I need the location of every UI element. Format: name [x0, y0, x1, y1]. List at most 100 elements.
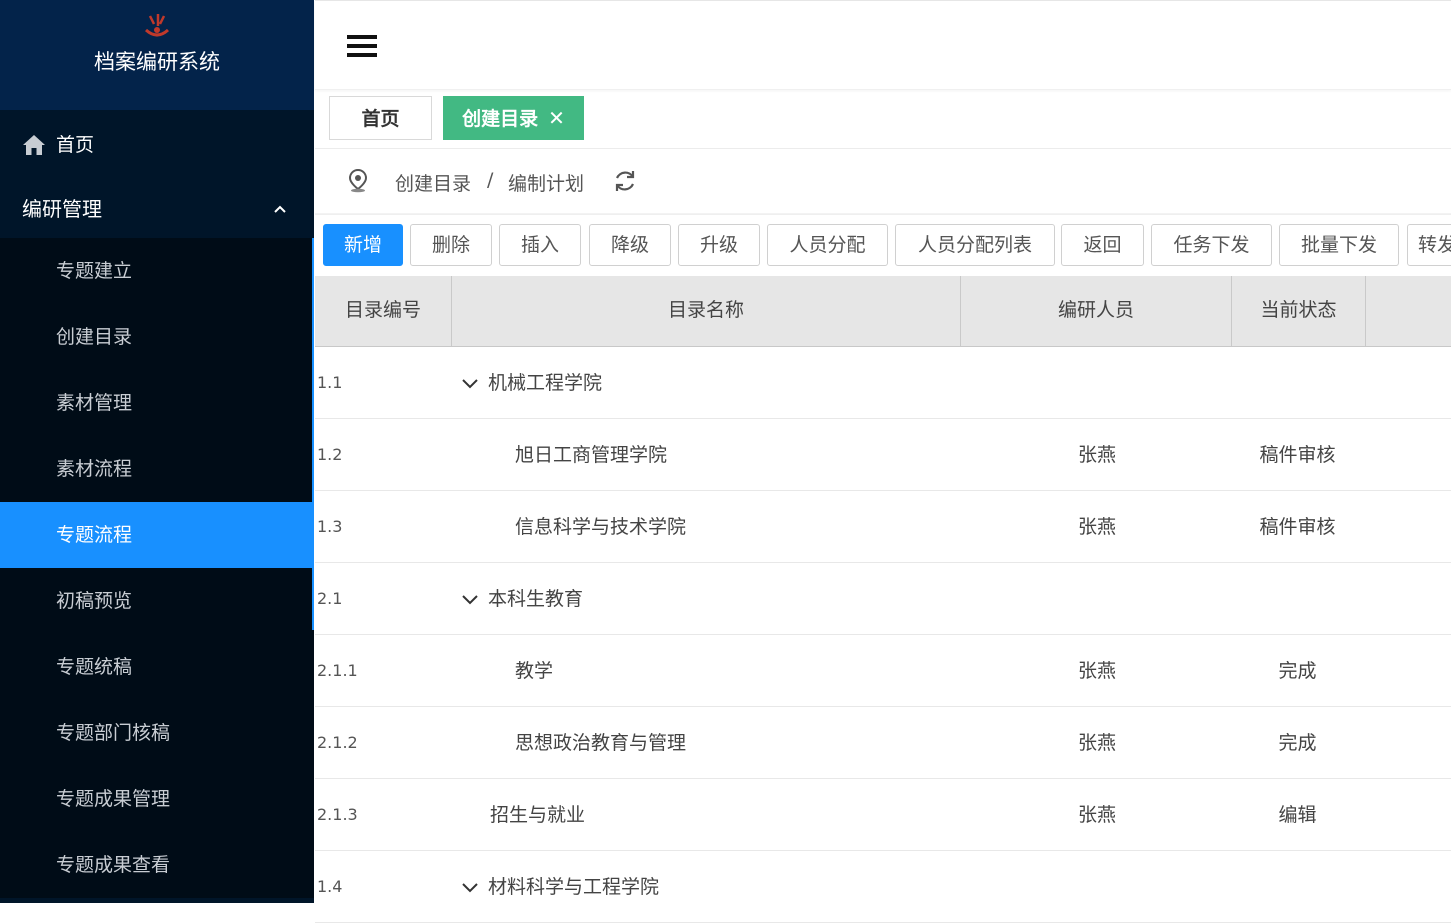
sidebar-item-2[interactable]: 素材管理 — [0, 370, 314, 436]
table-row[interactable]: 1.3 信息科学与技术学院 张燕 稿件审核 — [315, 491, 1451, 563]
toolbar-button-0[interactable]: 新增 — [323, 224, 403, 266]
column-header-person[interactable]: 编研人员 — [961, 276, 1232, 346]
row-name: 信息科学与技术学院 — [515, 491, 686, 563]
breadcrumb-item-first[interactable]: 创建目录 — [395, 169, 471, 196]
table-body: 1.1 机械工程学院 1.2 旭日工商管理学院 张燕 稿件审核 1.3 信息科学与技术学院 张燕… — [315, 347, 1451, 923]
row-status — [1235, 851, 1360, 923]
sidebar-group-editing[interactable]: 编研管理 — [0, 180, 314, 238]
row-status: 完成 — [1278, 660, 1317, 682]
tab-home-label: 首页 — [361, 108, 400, 130]
sidebar-item-0[interactable]: 专题建立 — [0, 238, 314, 304]
row-code: 1.1 — [317, 373, 343, 392]
toolbar-button-4[interactable]: 升级 — [678, 224, 760, 266]
row-name-text: 旭日工商管理学院 — [515, 444, 668, 466]
row-status — [1235, 563, 1360, 635]
sidebar-item-4[interactable]: 专题流程 — [0, 502, 314, 568]
sidebar-submenu: 专题建立 创建目录 素材管理 素材流程 专题流程 初稿预览 专题统稿 专题部门核稿 专题成果管理… — [0, 238, 314, 898]
row-status: 编辑 — [1278, 804, 1317, 826]
sidebar-item-3[interactable]: 素材流程 — [0, 436, 314, 502]
breadcrumb-item-second: 编制计划 — [508, 173, 585, 195]
row-status: 稿件审核 — [1259, 516, 1336, 538]
row-person — [1075, 563, 1119, 635]
row-name: 旭日工商管理学院 — [515, 419, 667, 491]
row-name: 本科生教育 — [462, 563, 583, 635]
column-header-name[interactable]: 目录名称 — [452, 276, 961, 346]
refresh-icon[interactable] — [613, 169, 637, 193]
row-status: 完成 — [1278, 732, 1317, 754]
row-name-text: 思想政治教育与管理 — [515, 732, 687, 754]
toolbar-button-8[interactable]: 任务下发 — [1151, 224, 1272, 266]
row-person — [1075, 347, 1119, 419]
table-row[interactable]: 2.1.1 教学 张燕 完成 — [315, 635, 1451, 707]
chevron-up-icon — [274, 180, 286, 238]
chevron-down-icon[interactable] — [462, 378, 478, 389]
sidebar-item-9[interactable]: 专题成果查看 — [0, 832, 314, 898]
row-code: 1.4 — [317, 877, 343, 896]
main-area: 首页 创建目录 ✕ 创建目录 / 编制计划 新增 删除 插入 降级 升级 人员分配 人员分配列… — [315, 0, 1451, 923]
sidebar-item-1[interactable]: 创建目录 — [0, 304, 314, 370]
chevron-down-icon[interactable] — [462, 882, 478, 893]
chevron-down-icon[interactable] — [462, 594, 478, 605]
row-name-text: 信息科学与技术学院 — [515, 516, 687, 538]
table-row[interactable]: 1.4 材料科学与工程学院 — [315, 851, 1451, 923]
breadcrumb-separator: / — [487, 169, 494, 191]
brand-header: 档案编研系统 — [0, 0, 314, 110]
toolbar-button-6[interactable]: 人员分配列表 — [895, 224, 1055, 266]
sidebar-item-7[interactable]: 专题部门核稿 — [0, 700, 314, 766]
tab-create-catalog[interactable]: 创建目录 ✕ — [443, 96, 584, 140]
row-person — [1075, 851, 1119, 923]
column-header-code[interactable]: 目录编号 — [315, 276, 452, 346]
table-row[interactable]: 2.1.2 思想政治教育与管理 张燕 完成 — [315, 707, 1451, 779]
column-header-status[interactable]: 当前状态 — [1232, 276, 1366, 346]
app-title: 档案编研系统 — [94, 50, 220, 74]
tab-current-label: 创建目录 — [462, 108, 539, 130]
sidebar-item-home[interactable]: 首页 — [0, 110, 314, 180]
row-code: 1.3 — [317, 517, 343, 536]
row-name: 教学 — [515, 635, 553, 707]
row-person: 张燕 — [1077, 516, 1116, 538]
toolbar-button-1[interactable]: 删除 — [410, 224, 492, 266]
logo-icon — [144, 14, 170, 37]
sidebar-item-8[interactable]: 专题成果管理 — [0, 766, 314, 832]
row-code: 2.1.2 — [317, 733, 358, 752]
top-bar — [315, 0, 1451, 90]
tabs-bar: 首页 创建目录 ✕ — [315, 90, 1451, 149]
sidebar-item-6[interactable]: 专题统稿 — [0, 634, 314, 700]
row-name-text: 教学 — [515, 660, 554, 682]
row-person: 张燕 — [1077, 444, 1116, 466]
sidebar-item-5[interactable]: 初稿预览 — [0, 568, 314, 634]
row-code: 2.1 — [317, 589, 343, 608]
table-row[interactable]: 1.2 旭日工商管理学院 张燕 稿件审核 — [315, 419, 1451, 491]
menu-toggle-icon[interactable] — [347, 35, 377, 57]
row-person: 张燕 — [1077, 660, 1116, 682]
row-code: 2.1.3 — [317, 805, 358, 824]
row-status — [1235, 347, 1360, 419]
close-icon[interactable]: ✕ — [548, 106, 565, 130]
toolbar-button-10[interactable]: 转发 — [1407, 224, 1451, 266]
row-code: 1.2 — [317, 445, 343, 464]
sidebar: 档案编研系统 首页 编研管理 专题建立 创建目录 素材管理 素材流程 专题流程 初稿预览专… — [0, 0, 314, 903]
row-name: 机械工程学院 — [462, 347, 602, 419]
tab-home[interactable]: 首页 — [329, 96, 432, 140]
toolbar-button-9[interactable]: 批量下发 — [1279, 224, 1399, 266]
sidebar-group-label: 编研管理 — [22, 197, 102, 221]
row-name: 材料科学与工程学院 — [462, 851, 659, 923]
table-row[interactable]: 2.1.3 招生与就业 张燕 编辑 — [315, 779, 1451, 851]
row-name-text: 本科生教育 — [488, 588, 584, 610]
row-name: 思想政治教育与管理 — [515, 707, 686, 779]
row-status: 稿件审核 — [1259, 444, 1336, 466]
table-header: 目录编号 目录名称 编研人员 当前状态 — [315, 276, 1451, 347]
row-name-text: 机械工程学院 — [488, 372, 603, 394]
toolbar-button-5[interactable]: 人员分配 — [767, 224, 888, 266]
toolbar-button-3[interactable]: 降级 — [589, 224, 671, 266]
table-row[interactable]: 1.1 机械工程学院 — [315, 347, 1451, 419]
table-row[interactable]: 2.1 本科生教育 — [315, 563, 1451, 635]
row-name: 招生与就业 — [490, 779, 585, 851]
toolbar: 新增删除插入降级升级人员分配人员分配列表返回任务下发批量下发转发 — [315, 214, 1451, 279]
toolbar-button-7[interactable]: 返回 — [1061, 224, 1144, 266]
toolbar-button-2[interactable]: 插入 — [499, 224, 581, 266]
row-person: 张燕 — [1077, 804, 1116, 826]
row-code: 2.1.1 — [317, 661, 358, 680]
sidebar-home-label: 首页 — [56, 134, 95, 156]
row-person: 张燕 — [1077, 732, 1116, 754]
